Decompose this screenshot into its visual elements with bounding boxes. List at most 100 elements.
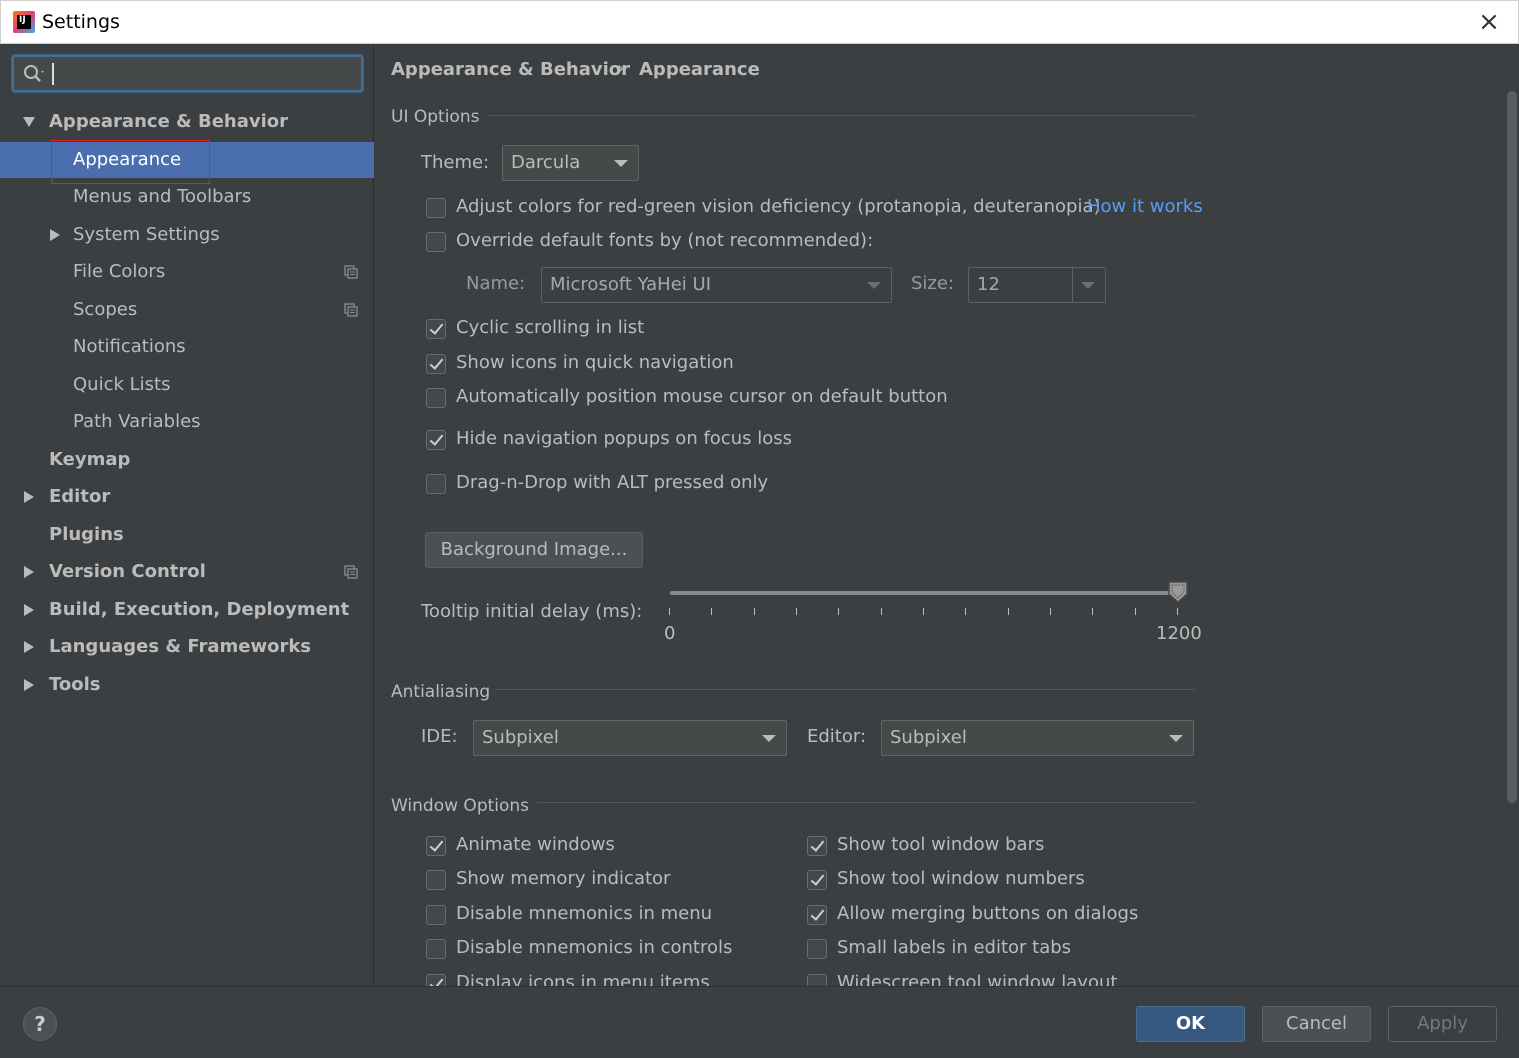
animate-windows-label[interactable]: Animate windows — [456, 834, 615, 855]
sidebar-item-path-variables[interactable]: Path Variables — [0, 404, 374, 440]
font-size-select[interactable]: 12 — [968, 267, 1106, 303]
display-icons-in-menu-items-label[interactable]: Display icons in menu items — [456, 972, 710, 986]
sidebar-item-file-colors[interactable]: File Colors — [0, 254, 374, 290]
disable-mnemonics-in-menu-label[interactable]: Disable mnemonics in menu — [456, 903, 712, 924]
triangle-right-icon[interactable] — [22, 603, 36, 617]
slider-max-label: 1200 — [1156, 623, 1202, 644]
settings-tree-pane: Appearance & Behavior Appearance Menus and… — [0, 45, 374, 986]
show-icons-quick-nav-checkbox[interactable] — [426, 354, 446, 374]
slider-tick — [796, 608, 797, 615]
vertical-scrollbar[interactable] — [1507, 91, 1517, 803]
hide-nav-popups-label[interactable]: Hide navigation popups on focus loss — [456, 428, 792, 449]
editor-antialiasing-select[interactable]: Subpixel — [881, 720, 1194, 756]
triangle-right-icon[interactable] — [22, 678, 36, 692]
chevron-down-icon — [614, 160, 628, 167]
auto-position-mouse-checkbox[interactable] — [426, 388, 446, 408]
triangle-right-icon[interactable] — [22, 565, 36, 579]
ide-antialiasing-select[interactable]: Subpixel — [473, 720, 787, 756]
override-fonts-label[interactable]: Override default fonts by (not recommend… — [456, 230, 873, 251]
tooltip-delay-slider[interactable] — [670, 591, 1178, 595]
widescreen-tool-window-layout-checkbox[interactable] — [807, 974, 827, 986]
triangle-right-icon[interactable] — [22, 490, 36, 504]
drag-n-drop-alt-label[interactable]: Drag-n-Drop with ALT pressed only — [456, 472, 768, 493]
slider-tick — [1092, 608, 1093, 615]
small-labels-in-editor-tabs-label[interactable]: Small labels in editor tabs — [837, 937, 1071, 958]
sidebar-item-quick-lists[interactable]: Quick Lists — [0, 367, 374, 403]
slider-tick — [754, 608, 755, 615]
sidebar-item-appearance-behavior[interactable]: Appearance & Behavior — [0, 104, 374, 140]
font-size-label: Size: — [911, 273, 955, 294]
theme-select-value: Darcula — [511, 152, 581, 173]
show-tool-window-bars-label[interactable]: Show tool window bars — [837, 834, 1044, 855]
chevron-down-icon — [1081, 282, 1095, 289]
apply-button[interactable]: Apply — [1388, 1006, 1497, 1042]
display-icons-in-menu-items-checkbox[interactable] — [426, 974, 446, 986]
theme-label: Theme: — [421, 152, 490, 173]
how-it-works-link[interactable]: How it works — [1087, 196, 1203, 217]
cancel-button[interactable]: Cancel — [1262, 1006, 1371, 1042]
sidebar-item-system-settings[interactable]: System Settings — [0, 217, 374, 253]
sidebar-item-languages-frameworks[interactable]: Languages & Frameworks — [0, 629, 374, 665]
background-image-button[interactable]: Background Image... — [425, 532, 643, 568]
show-memory-indicator-label[interactable]: Show memory indicator — [456, 868, 670, 889]
theme-select[interactable]: Darcula — [502, 145, 639, 181]
sidebar-item-notifications[interactable]: Notifications — [0, 329, 374, 365]
close-icon[interactable]: × — [1474, 7, 1504, 37]
cyclic-scrolling-label[interactable]: Cyclic scrolling in list — [456, 317, 644, 338]
hide-nav-popups-checkbox[interactable] — [426, 430, 446, 450]
triangle-right-icon[interactable] — [48, 228, 62, 242]
dialog-footer: ? OK Cancel Apply — [0, 986, 1519, 1058]
search-input[interactable] — [12, 55, 363, 92]
breadcrumb-parent[interactable]: Appearance & Behavior — [391, 59, 630, 80]
override-fonts-checkbox[interactable] — [426, 232, 446, 252]
show-memory-indicator-checkbox[interactable] — [426, 870, 446, 890]
triangle-right-icon[interactable] — [22, 640, 36, 654]
allow-merging-buttons-on-dialogs-checkbox[interactable] — [807, 905, 827, 925]
animate-windows-checkbox[interactable] — [426, 836, 446, 856]
sidebar-item-appearance[interactable]: Appearance — [0, 142, 374, 178]
sidebar-item-label: Editor — [49, 486, 111, 507]
sidebar-item-editor[interactable]: Editor — [0, 479, 374, 515]
section-divider — [537, 802, 1195, 803]
show-tool-window-bars-checkbox[interactable] — [807, 836, 827, 856]
appearance-settings-panel: Appearance & Behavior › Appearance UI Op… — [375, 45, 1519, 986]
auto-position-mouse-label[interactable]: Automatically position mouse cursor on d… — [456, 386, 948, 407]
sidebar-item-version-control[interactable]: Version Control — [0, 554, 374, 590]
sidebar-item-scopes[interactable]: Scopes — [0, 292, 374, 328]
triangle-down-icon[interactable] — [22, 115, 36, 129]
show-tool-window-numbers-label[interactable]: Show tool window numbers — [837, 868, 1085, 889]
text-caret — [52, 63, 54, 85]
project-settings-icon — [344, 303, 358, 317]
window-title: Settings — [42, 11, 120, 33]
cyclic-scrolling-checkbox[interactable] — [426, 319, 446, 339]
slider-tick — [669, 608, 670, 615]
sidebar-item-label: Plugins — [49, 524, 124, 545]
sidebar-item-build-execution-deployment[interactable]: Build, Execution, Deployment — [0, 592, 374, 628]
adjust-colors-label[interactable]: Adjust colors for red-green vision defic… — [456, 196, 1101, 217]
small-labels-in-editor-tabs-checkbox[interactable] — [807, 939, 827, 959]
disable-mnemonics-in-controls-checkbox[interactable] — [426, 939, 446, 959]
drag-n-drop-alt-checkbox[interactable] — [426, 474, 446, 494]
chevron-down-icon — [867, 282, 881, 289]
widescreen-tool-window-layout-label[interactable]: Widescreen tool window layout — [837, 972, 1117, 986]
ok-button[interactable]: OK — [1136, 1006, 1245, 1042]
sidebar-item-label: Notifications — [73, 336, 186, 357]
slider-thumb-icon[interactable] — [1167, 580, 1189, 604]
show-tool-window-numbers-checkbox[interactable] — [807, 870, 827, 890]
breadcrumb-current: Appearance — [639, 59, 760, 80]
help-button[interactable]: ? — [23, 1007, 57, 1041]
adjust-colors-checkbox[interactable] — [426, 198, 446, 218]
sidebar-item-keymap[interactable]: Keymap — [0, 442, 374, 478]
font-size-value: 12 — [977, 274, 1000, 295]
slider-tick — [1050, 608, 1051, 615]
disable-mnemonics-in-controls-label[interactable]: Disable mnemonics in controls — [456, 937, 732, 958]
disable-mnemonics-in-menu-checkbox[interactable] — [426, 905, 446, 925]
font-name-select[interactable]: Microsoft YaHei UI — [541, 267, 892, 303]
sidebar-item-label: Build, Execution, Deployment — [49, 599, 350, 620]
sidebar-item-menus-and-toolbars[interactable]: Menus and Toolbars — [0, 179, 374, 215]
sidebar-item-tools[interactable]: Tools — [0, 667, 374, 703]
allow-merging-buttons-on-dialogs-label[interactable]: Allow merging buttons on dialogs — [837, 903, 1138, 924]
breadcrumb-separator: › — [617, 58, 625, 79]
sidebar-item-plugins[interactable]: Plugins — [0, 517, 374, 553]
show-icons-quick-nav-label[interactable]: Show icons in quick navigation — [456, 352, 734, 373]
